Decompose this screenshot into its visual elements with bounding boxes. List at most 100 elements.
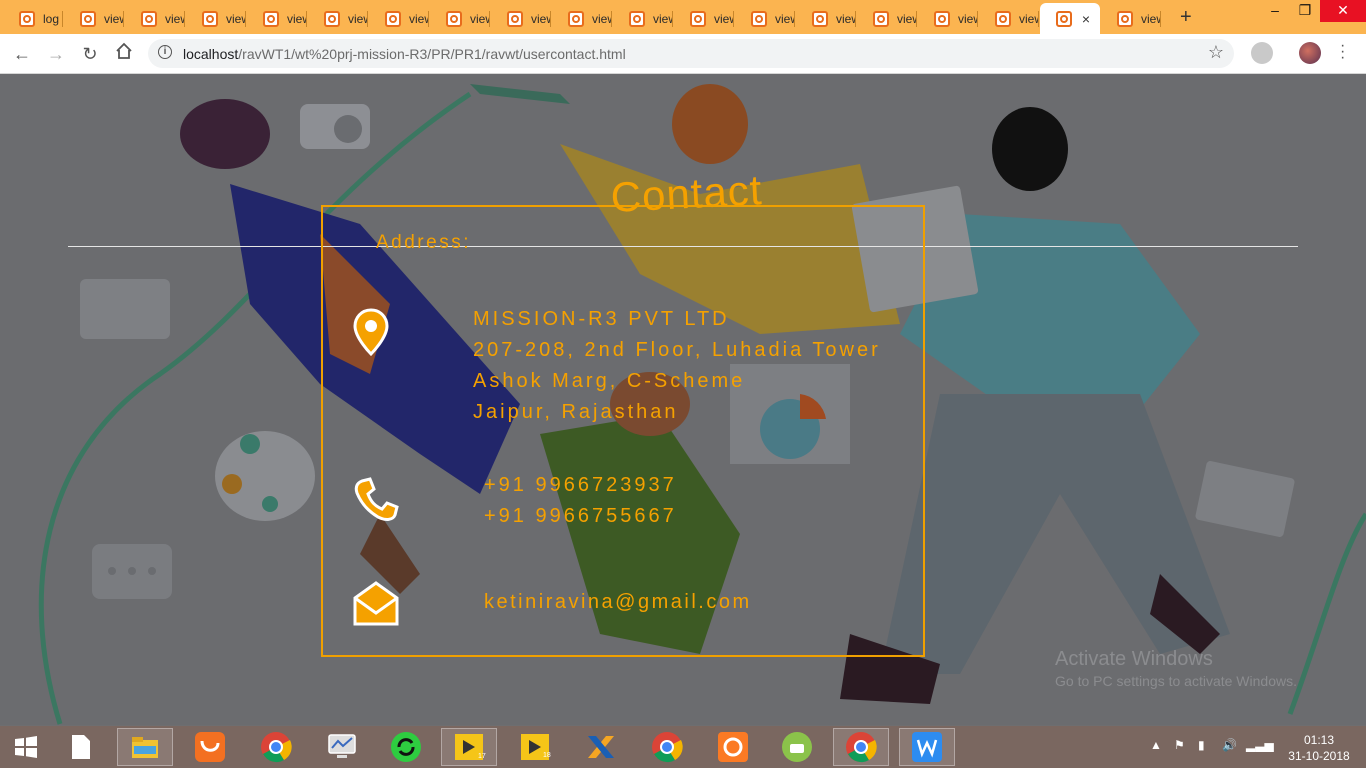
tab-active[interactable]: × bbox=[1040, 3, 1100, 34]
labview-17-badge: 17 bbox=[478, 753, 486, 760]
tab-label: view bbox=[1141, 11, 1161, 26]
tab-separator bbox=[977, 11, 978, 27]
tab[interactable]: view bbox=[64, 3, 124, 34]
tab[interactable]: view bbox=[186, 3, 246, 34]
taskbar-xilinx[interactable] bbox=[573, 728, 629, 766]
url-host: localhost bbox=[183, 46, 239, 62]
phone-block: +91 9966723937 +91 9966755667 bbox=[484, 470, 677, 532]
extension-icon[interactable] bbox=[1251, 42, 1273, 64]
action-center-icon[interactable]: ⚑ bbox=[1174, 738, 1185, 752]
phone-number[interactable]: +91 9966755667 bbox=[484, 501, 677, 532]
tab[interactable]: view bbox=[1101, 3, 1161, 34]
tab-separator bbox=[306, 11, 307, 27]
taskbar-chrome[interactable] bbox=[248, 728, 304, 766]
bookmark-star-icon[interactable]: ☆ bbox=[1208, 42, 1224, 63]
reload-button[interactable]: ↻ bbox=[78, 42, 102, 66]
new-tab-button[interactable]: + bbox=[1180, 6, 1192, 29]
tab[interactable]: view bbox=[857, 3, 917, 34]
tab[interactable]: view bbox=[674, 3, 734, 34]
taskbar-wps[interactable] bbox=[899, 728, 955, 766]
clock-time: 01:13 bbox=[1303, 733, 1335, 747]
xampp-favicon-icon bbox=[202, 10, 218, 27]
activate-windows-watermark: Activate Windows Go to PC settings to ac… bbox=[1055, 648, 1297, 689]
forward-button[interactable]: → bbox=[44, 42, 68, 66]
tab-separator bbox=[184, 11, 185, 27]
url-text[interactable]: localhost/ravWT1/wt%20prj-mission-R3/PR/… bbox=[183, 46, 626, 62]
back-button[interactable]: ← bbox=[10, 42, 34, 66]
tab-label: view bbox=[409, 11, 429, 26]
home-icon bbox=[116, 42, 132, 59]
xampp-favicon-icon bbox=[812, 10, 828, 27]
tab[interactable]: view bbox=[308, 3, 368, 34]
tab[interactable]: view bbox=[247, 3, 307, 34]
tab[interactable]: view bbox=[430, 3, 490, 34]
android-icon bbox=[782, 732, 812, 762]
xampp-favicon-icon bbox=[141, 10, 157, 27]
taskbar-chrome-2[interactable] bbox=[639, 728, 695, 766]
signal-icon[interactable]: ▂▃▅ bbox=[1246, 738, 1274, 752]
email-address[interactable]: ketiniravina@gmail.com bbox=[484, 591, 752, 614]
tab-label: view bbox=[226, 11, 246, 26]
tab[interactable]: view bbox=[552, 3, 612, 34]
address-heading: Address: bbox=[376, 232, 471, 253]
menu-kebab-icon[interactable]: · · · bbox=[1340, 38, 1345, 66]
taskbar-sync[interactable] bbox=[378, 728, 434, 766]
chrome-icon bbox=[846, 732, 877, 763]
tab[interactable]: view bbox=[918, 3, 978, 34]
tab-separator bbox=[672, 11, 673, 27]
tab-separator bbox=[245, 11, 246, 27]
tab-label: view bbox=[348, 11, 368, 26]
taskbar-xampp[interactable] bbox=[705, 728, 761, 766]
home-button[interactable] bbox=[112, 42, 136, 66]
phone-icon bbox=[354, 477, 399, 521]
tab-label: view bbox=[714, 11, 734, 26]
taskbar-file-explorer[interactable] bbox=[117, 728, 173, 766]
tab-label: view bbox=[836, 11, 856, 26]
phone-number[interactable]: +91 9966723937 bbox=[484, 470, 677, 501]
tab[interactable]: view bbox=[369, 3, 429, 34]
tab[interactable]: view bbox=[491, 3, 551, 34]
tab[interactable]: view bbox=[979, 3, 1039, 34]
window-close-button[interactable]: ✕ bbox=[1320, 0, 1366, 22]
profile-avatar[interactable] bbox=[1299, 42, 1321, 64]
tab-label: view bbox=[775, 11, 795, 26]
taskbar-monitor[interactable] bbox=[314, 728, 370, 766]
tab[interactable]: log bbox=[3, 3, 63, 34]
taskbar-uc-browser[interactable] bbox=[182, 728, 238, 766]
tab-label: view bbox=[592, 11, 612, 26]
tab-label: view bbox=[653, 11, 673, 26]
windows-start-icon bbox=[15, 736, 37, 758]
taskbar-labview-18[interactable]: 18 bbox=[507, 728, 563, 766]
taskbar-android[interactable] bbox=[769, 728, 825, 766]
tab[interactable]: view bbox=[125, 3, 185, 34]
xampp-favicon-icon bbox=[629, 10, 645, 27]
maximize-button[interactable]: ❐ bbox=[1288, 0, 1322, 22]
taskbar-labview-17[interactable]: 17 bbox=[441, 728, 497, 766]
tab[interactable]: view bbox=[735, 3, 795, 34]
tab-separator bbox=[855, 11, 856, 27]
xampp-favicon-icon bbox=[751, 10, 767, 27]
system-clock[interactable]: 01:13 31-10-2018 bbox=[1284, 732, 1354, 764]
tab-close-icon[interactable]: × bbox=[1082, 11, 1090, 27]
info-icon[interactable]: i bbox=[158, 45, 172, 59]
tab-label: view bbox=[897, 11, 917, 26]
tab[interactable]: view bbox=[796, 3, 856, 34]
xilinx-icon bbox=[588, 736, 614, 758]
wps-icon bbox=[912, 732, 942, 762]
minimize-button[interactable]: – bbox=[1258, 0, 1292, 22]
xampp-favicon-icon bbox=[19, 10, 35, 27]
tray-expand-icon[interactable]: ▲ bbox=[1150, 738, 1162, 752]
address-bar[interactable]: i localhost/ravWT1/wt%20prj-mission-R3/P… bbox=[148, 39, 1234, 68]
start-button[interactable] bbox=[0, 728, 52, 766]
tab-label: view bbox=[1019, 11, 1039, 26]
volume-icon[interactable]: 🔊 bbox=[1222, 738, 1237, 752]
battery-icon[interactable]: ▮ bbox=[1198, 738, 1205, 752]
taskbar-chrome-3[interactable] bbox=[833, 728, 889, 766]
location-pin-icon bbox=[353, 308, 389, 356]
watermark-subtitle: Go to PC settings to activate Windows. bbox=[1055, 673, 1297, 689]
taskbar-file[interactable] bbox=[56, 728, 106, 766]
email-envelope-icon bbox=[353, 581, 399, 626]
xampp-favicon-icon bbox=[385, 10, 401, 27]
watermark-title: Activate Windows bbox=[1055, 648, 1213, 670]
tab[interactable]: view bbox=[613, 3, 673, 34]
